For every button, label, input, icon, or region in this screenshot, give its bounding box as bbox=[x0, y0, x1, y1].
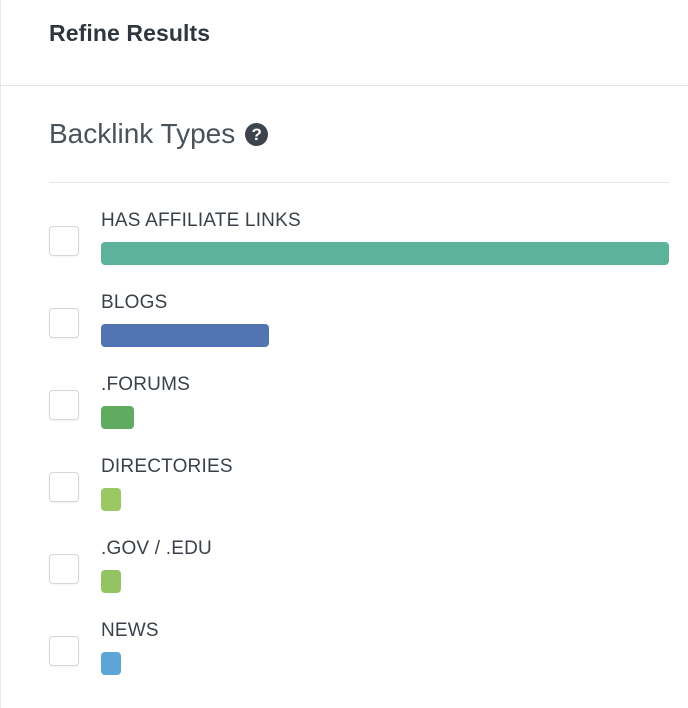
filter-label[interactable]: .FORUMS bbox=[101, 374, 190, 396]
filter-label[interactable]: HAS AFFILIATE LINKS bbox=[101, 210, 301, 232]
refine-results-panel: Refine Results Backlink Types ? HAS AFFI… bbox=[0, 0, 688, 708]
filter-item[interactable]: HAS AFFILIATE LINKS bbox=[49, 210, 688, 280]
panel-header: Refine Results bbox=[1, 0, 688, 86]
filter-item[interactable]: BLOGS bbox=[49, 292, 688, 362]
panel-title: Refine Results bbox=[49, 20, 211, 46]
filter-checkbox[interactable] bbox=[49, 554, 79, 584]
filter-checkbox[interactable] bbox=[49, 636, 79, 666]
filter-label[interactable]: .GOV / .EDU bbox=[101, 538, 212, 560]
filter-share-bar bbox=[101, 406, 134, 429]
filter-item[interactable]: .FORUMS bbox=[49, 374, 688, 444]
filter-label[interactable]: BLOGS bbox=[101, 292, 167, 314]
question-circle-icon[interactable]: ? bbox=[245, 122, 269, 146]
filter-share-bar bbox=[101, 324, 269, 347]
filter-share-bar bbox=[101, 242, 669, 265]
filter-item[interactable]: .GOV / .EDU bbox=[49, 538, 688, 608]
filter-share-bar bbox=[101, 570, 121, 593]
section-title: Backlink Types bbox=[49, 118, 236, 149]
section-divider bbox=[49, 182, 669, 183]
filter-share-bar bbox=[101, 488, 121, 511]
filter-label[interactable]: NEWS bbox=[101, 620, 159, 642]
filter-checkbox[interactable] bbox=[49, 390, 79, 420]
filter-item[interactable]: NEWS bbox=[49, 620, 688, 690]
filter-checkbox[interactable] bbox=[49, 472, 79, 502]
filter-checkbox[interactable] bbox=[49, 226, 79, 256]
filter-checkbox[interactable] bbox=[49, 308, 79, 338]
filter-item[interactable]: DIRECTORIES bbox=[49, 456, 688, 526]
filter-label[interactable]: DIRECTORIES bbox=[101, 456, 233, 478]
filter-share-bar bbox=[101, 652, 121, 675]
backlink-types-header: Backlink Types ? bbox=[49, 114, 269, 154]
